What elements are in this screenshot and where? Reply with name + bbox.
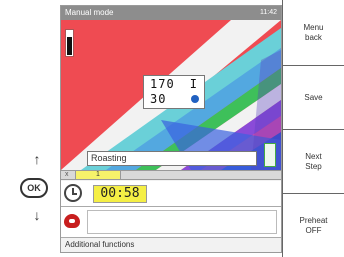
cooking-graphic: 170 I 30 Roasting	[61, 20, 281, 170]
ok-button[interactable]: OK	[20, 178, 48, 198]
clock-icon	[64, 184, 82, 202]
preheat-off-button[interactable]: Preheat OFF	[282, 194, 344, 257]
readout-row-humidity: 30	[144, 92, 204, 107]
core-probe-icon	[64, 214, 80, 228]
status-field: Roasting	[87, 151, 257, 166]
softkey-panel: Menu back Save Next Step Preheat OFF	[282, 0, 344, 257]
readout-temperature-unit: I	[189, 77, 198, 91]
title-bar: Manual mode 11:42	[61, 6, 281, 20]
temperature-readout[interactable]: 170 I 30	[143, 75, 205, 109]
oven-control-ui: ↑ OK ↓ Manual mode 11:42 170 I 30 Roasti…	[0, 0, 344, 257]
side-gauge-fill	[67, 37, 72, 55]
down-arrow-button[interactable]: ↓	[31, 208, 43, 222]
readout-temperature-value: 170	[150, 77, 175, 91]
title-clock: 11:42	[260, 9, 277, 16]
readout-humidity-value: 30	[150, 92, 167, 106]
side-gauge	[65, 29, 74, 57]
humidity-icon	[191, 95, 199, 103]
save-button[interactable]: Save	[282, 66, 344, 130]
screen-title: Manual mode	[65, 8, 114, 17]
up-arrow-button[interactable]: ↑	[31, 152, 43, 166]
device-screen: Manual mode 11:42 170 I 30 Roasting x 1 …	[60, 5, 282, 253]
core-probe-row	[61, 207, 281, 238]
tab-close-icon[interactable]: x	[65, 171, 69, 179]
core-probe-field[interactable]	[87, 210, 277, 234]
timer-value[interactable]: 00:58	[93, 185, 147, 203]
step-tabstrip: x 1	[61, 170, 281, 180]
tab-step-1[interactable]: 1	[75, 171, 121, 179]
tray-icon	[264, 143, 276, 167]
additional-functions[interactable]: Additional functions	[61, 238, 281, 252]
readout-row-temperature: 170 I	[144, 77, 204, 92]
menu-back-button[interactable]: Menu back	[282, 0, 344, 66]
next-step-button[interactable]: Next Step	[282, 130, 344, 194]
timer-row: 00:58	[61, 181, 281, 207]
